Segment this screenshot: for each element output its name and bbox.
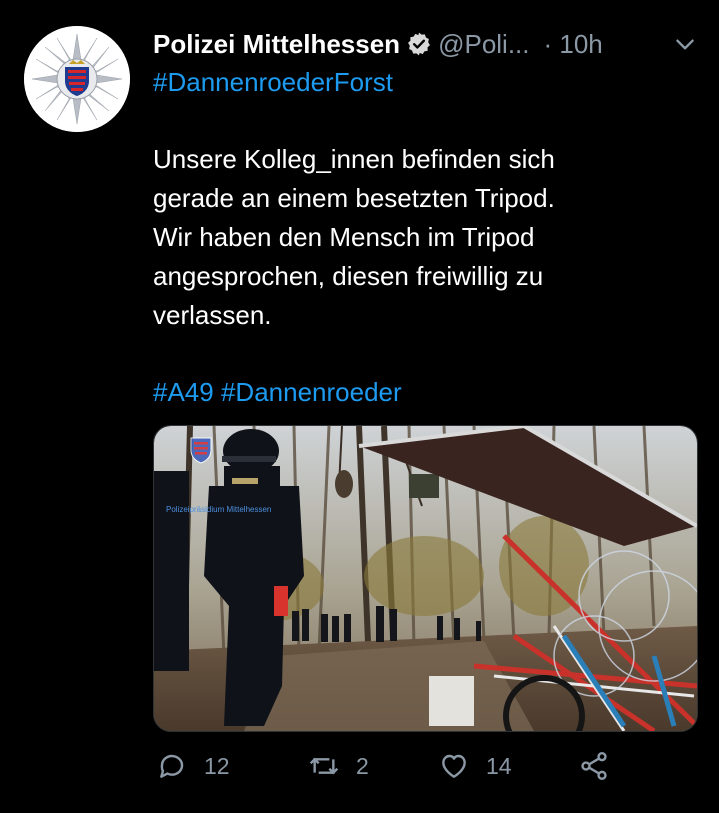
hashtag-link[interactable]: #Dannenroeder [221,377,402,407]
police-star-logo [24,26,130,132]
share-icon [581,752,607,780]
retweet-button[interactable]: 2 [308,750,369,782]
chevron-down-icon[interactable] [672,32,698,63]
author-handle[interactable]: @Poli... [438,29,529,60]
body-line: gerade an einem besetzten Tripod. [153,183,555,213]
forest-police-photo: Polizeipräsidium Mittelhessen [154,426,697,731]
like-count: 14 [486,752,512,779]
retweet-count: 2 [356,752,369,779]
reply-button[interactable]: 12 [156,750,230,782]
body-line: verlassen. [153,300,272,330]
hashtag-link[interactable]: #A49 [153,377,214,407]
share-button[interactable] [578,750,610,782]
photo-watermark-text: Polizeipräsidium Mittelhessen [166,505,271,514]
like-icon [442,754,466,778]
author-name[interactable]: Polizei Mittelhessen [153,29,400,60]
avatar[interactable] [24,26,130,132]
body-line: Unsere Kolleg_innen befinden sich [153,144,555,174]
tweet-photo[interactable]: Polizeipräsidium Mittelhessen [153,425,698,732]
tweet-body: Unsere Kolleg_innen befinden sich gerade… [153,140,673,335]
verified-badge-icon [406,31,432,57]
body-line: Wir haben den Mensch im Tripod [153,222,535,252]
hashtag-link[interactable]: #DannenroederForst [153,67,393,97]
reply-count: 12 [204,752,230,779]
body-line: angesprochen, diesen freiwillig zu [153,261,544,291]
reply-icon [160,754,184,778]
timestamp[interactable]: · 10h [544,29,603,60]
tweet-actions: 12 2 14 [153,750,673,790]
hashtag-row: #A49 #Dannenroeder [153,373,402,412]
like-button[interactable]: 14 [438,750,512,782]
retweet-icon [309,757,339,775]
tweet-header: Polizei Mittelhessen @Poli... · 10h [153,26,698,62]
